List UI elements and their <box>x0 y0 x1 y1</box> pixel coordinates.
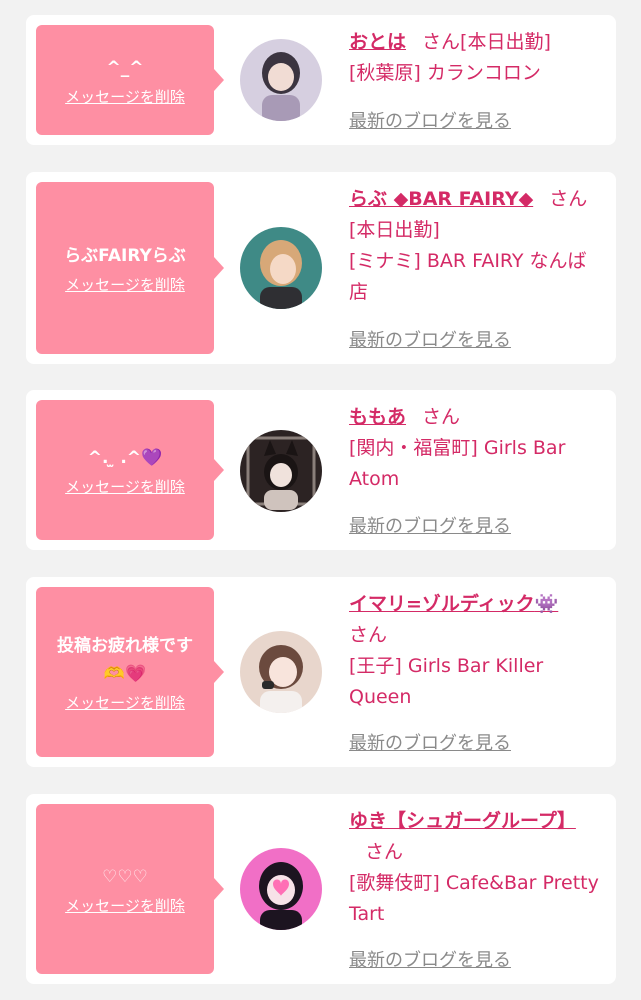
avatar-photo <box>240 39 322 121</box>
message-bubble: ^_^ メッセージを削除 <box>36 25 224 135</box>
delete-message-link[interactable]: メッセージを削除 <box>65 895 185 916</box>
view-latest-blog-link[interactable]: 最新のブログを見る <box>349 946 511 972</box>
honorific: さん <box>365 841 404 863</box>
list-item: ^_^ メッセージを削除 おとは さん[本日出勤] [秋葉原] カランコロン 最新… <box>26 15 616 145</box>
message-text: ^. ̫ .^💜 <box>87 447 163 468</box>
status-text: [本日出勤] <box>349 219 440 241</box>
sender-name-link[interactable]: イマリ=ゾルディック👾 <box>349 593 558 615</box>
delete-message-link[interactable]: メッセージを削除 <box>65 476 185 497</box>
info: ももあ さん [関内・福富町] Girls Bar Atom <box>349 402 602 495</box>
sender-name-link[interactable]: おとは <box>349 31 406 53</box>
list-item: ♡♡♡ メッセージを削除 ゆき【シュガーグループ】さん [歌舞伎町] Cafe&… <box>26 794 616 984</box>
delete-message-link[interactable]: メッセージを削除 <box>65 86 185 107</box>
message-bubble: ^. ̫ .^💜 メッセージを削除 <box>36 400 224 540</box>
shop-location: [王子] Girls Bar Killer Queen <box>349 655 544 708</box>
view-latest-blog-link[interactable]: 最新のブログを見る <box>349 729 511 755</box>
list-item: らぶFAIRYらぶ メッセージを削除 らぶ ◆BAR FAIRY◆ さん [本日出… <box>26 172 616 364</box>
list-item: 投稿お疲れ様です 🫶💗 メッセージを削除 イマリ=ゾルディック👾 さん [王子]… <box>26 577 616 767</box>
avatar-photo <box>240 430 322 512</box>
view-latest-blog-link[interactable]: 最新のブログを見る <box>349 512 511 538</box>
sender-name-link[interactable]: ももあ <box>349 406 406 428</box>
info: らぶ ◆BAR FAIRY◆ さん [本日出勤] [ミナミ] BAR FAIRY … <box>349 184 602 308</box>
message-bubble: らぶFAIRYらぶ メッセージを削除 <box>36 182 224 354</box>
avatar-photo <box>240 631 322 713</box>
avatar[interactable] <box>240 430 322 512</box>
view-latest-blog-link[interactable]: 最新のブログを見る <box>349 326 511 352</box>
avatar[interactable] <box>240 227 322 309</box>
shop-location: [秋葉原] カランコロン <box>349 62 541 84</box>
honorific: さん <box>549 188 588 210</box>
message-bubble: ♡♡♡ メッセージを削除 <box>36 804 224 974</box>
info: イマリ=ゾルディック👾 さん [王子] Girls Bar Killer Que… <box>349 589 602 713</box>
info: ゆき【シュガーグループ】さん [歌舞伎町] Cafe&Bar Pretty Ta… <box>349 806 602 930</box>
avatar[interactable] <box>240 39 322 121</box>
sender-name-link[interactable]: らぶ ◆BAR FAIRY◆ <box>349 188 533 210</box>
list-item: ^. ̫ .^💜 メッセージを削除 ももあ さん [関内・福富町] Girls B… <box>26 390 616 550</box>
shop-location: [歌舞伎町] Cafe&Bar Pretty Tart <box>349 872 599 925</box>
message-text: ^_^ <box>106 57 144 78</box>
avatar[interactable] <box>240 848 322 930</box>
message-text: らぶFAIRYらぶ <box>64 245 186 266</box>
shop-location: [ミナミ] BAR FAIRY なんば店 <box>349 250 587 303</box>
honorific: さん <box>349 624 388 646</box>
honorific: さん <box>422 31 461 53</box>
message-bubble: 投稿お疲れ様です 🫶💗 メッセージを削除 <box>36 587 224 757</box>
status-text: [本日出勤] <box>460 31 551 53</box>
avatar-photo <box>240 848 322 930</box>
invader-icon: 👾 <box>534 593 559 615</box>
sender-name-link[interactable]: ゆき【シュガーグループ】 <box>349 810 576 832</box>
shop-location: [関内・福富町] Girls Bar Atom <box>349 437 566 490</box>
delete-message-link[interactable]: メッセージを削除 <box>65 692 185 713</box>
message-text: 投稿お疲れ様です 🫶💗 <box>57 635 193 684</box>
delete-message-link[interactable]: メッセージを削除 <box>65 274 185 295</box>
message-list: ^_^ メッセージを削除 おとは さん[本日出勤] [秋葉原] カランコロン 最新… <box>0 0 641 1000</box>
message-text: ♡♡♡ <box>102 866 148 887</box>
info: おとは さん[本日出勤] [秋葉原] カランコロン <box>349 27 602 89</box>
avatar-photo <box>240 227 322 309</box>
avatar[interactable] <box>240 631 322 713</box>
honorific: さん <box>422 406 461 428</box>
view-latest-blog-link[interactable]: 最新のブログを見る <box>349 107 511 133</box>
